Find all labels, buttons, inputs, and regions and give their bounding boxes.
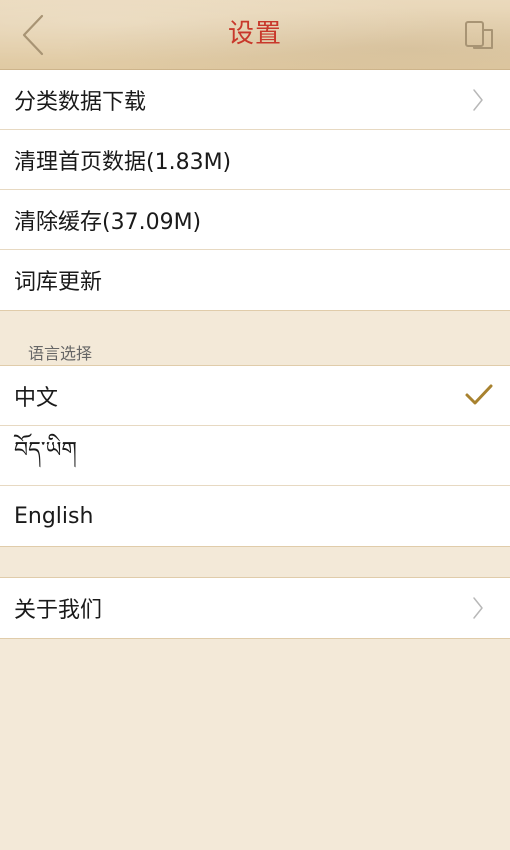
item-label: བོད་ཡིག (14, 437, 77, 463)
item-label: 中文 (14, 385, 59, 411)
download-category-data-item[interactable]: 分类数据下载 (0, 70, 510, 130)
item-label: 关于我们 (14, 598, 103, 623)
settings-list: 分类数据下载 清理首页数据(1.83M) 清除缓存(37.09M) 词库更新 (0, 70, 510, 311)
clear-cache-item[interactable]: 清除缓存(37.09M) (0, 190, 510, 250)
checkmark-icon (465, 384, 493, 405)
update-dictionary-item[interactable]: 词库更新 (0, 250, 510, 310)
clear-home-data-item[interactable]: 清理首页数据(1.83M) (0, 130, 510, 190)
language-list: 中文 བོད་ཡིག English (0, 365, 510, 547)
chevron-right-icon (473, 597, 483, 619)
language-section-label: 语言选择 (28, 344, 93, 363)
copy-button[interactable] (462, 18, 496, 52)
item-label: 清除缓存(37.09M) (14, 209, 202, 235)
language-option-tibetan[interactable]: བོད་ཡིག (0, 426, 510, 486)
item-label: 清理首页数据(1.83M) (14, 149, 232, 175)
language-option-english[interactable]: English (0, 486, 510, 546)
about-list: 关于我们 (0, 577, 510, 639)
item-label: 分类数据下载 (14, 89, 147, 115)
item-label: English (14, 503, 94, 529)
about-us-item[interactable]: 关于我们 (0, 578, 510, 638)
item-label: 词库更新 (14, 270, 103, 295)
language-option-chinese[interactable]: 中文 (0, 366, 510, 426)
chevron-right-icon (473, 89, 483, 111)
app-header: 设置 (0, 0, 510, 70)
copy-icon (465, 21, 493, 49)
page-title: 设置 (227, 19, 282, 49)
